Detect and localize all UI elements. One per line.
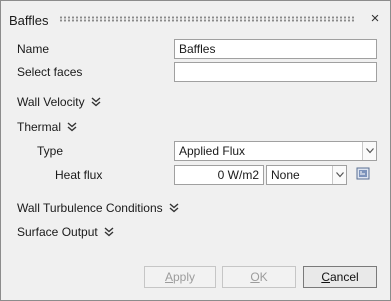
wall-velocity-label: Wall Velocity bbox=[17, 95, 85, 109]
type-dropdown-button[interactable] bbox=[362, 142, 376, 160]
ok-button[interactable]: OK bbox=[222, 266, 296, 288]
name-label: Name bbox=[17, 42, 50, 56]
select-faces-input[interactable] bbox=[174, 62, 377, 82]
cancel-button[interactable]: Cancel bbox=[303, 266, 377, 288]
drag-grip[interactable] bbox=[59, 16, 355, 22]
wall-turbulence-label: Wall Turbulence Conditions bbox=[17, 201, 163, 215]
thermal-label: Thermal bbox=[17, 120, 62, 134]
double-chevron-down-icon bbox=[169, 203, 179, 213]
thermal-section-toggle[interactable]: Thermal bbox=[17, 120, 77, 134]
heat-flux-profile-dropdown-button[interactable] bbox=[332, 166, 346, 184]
double-chevron-down-icon bbox=[104, 227, 114, 237]
chevron-down-icon bbox=[336, 172, 344, 178]
type-select[interactable]: Applied Flux bbox=[174, 141, 377, 161]
close-button[interactable]: × bbox=[367, 11, 383, 27]
wall-turbulence-section-toggle[interactable]: Wall Turbulence Conditions bbox=[17, 201, 179, 215]
apply-button[interactable]: Apply bbox=[144, 266, 216, 288]
heat-flux-profile-value: None bbox=[271, 168, 300, 182]
close-icon: × bbox=[370, 10, 380, 27]
surface-output-section-toggle[interactable]: Surface Output bbox=[17, 225, 114, 239]
title-bar[interactable]: Baffles × bbox=[1, 1, 390, 37]
heat-flux-profile-select[interactable]: None bbox=[266, 165, 347, 185]
baffles-dialog: Baffles × Name Baffles Select faces Wall… bbox=[0, 0, 391, 301]
dialog-title: Baffles bbox=[9, 13, 49, 28]
surface-output-label: Surface Output bbox=[17, 225, 98, 239]
double-chevron-down-icon bbox=[67, 122, 77, 132]
type-selected-value: Applied Flux bbox=[179, 144, 246, 158]
chevron-down-icon bbox=[366, 148, 374, 154]
type-label: Type bbox=[37, 144, 64, 158]
wall-velocity-section-toggle[interactable]: Wall Velocity bbox=[17, 95, 101, 109]
name-input[interactable]: Baffles bbox=[174, 39, 377, 59]
heat-flux-label: Heat flux bbox=[55, 168, 103, 182]
heat-flux-input[interactable]: 0 W/m2 bbox=[174, 165, 264, 185]
select-faces-label: Select faces bbox=[17, 65, 83, 79]
double-chevron-down-icon bbox=[91, 97, 101, 107]
parameter-editor-icon[interactable] bbox=[356, 166, 371, 181]
